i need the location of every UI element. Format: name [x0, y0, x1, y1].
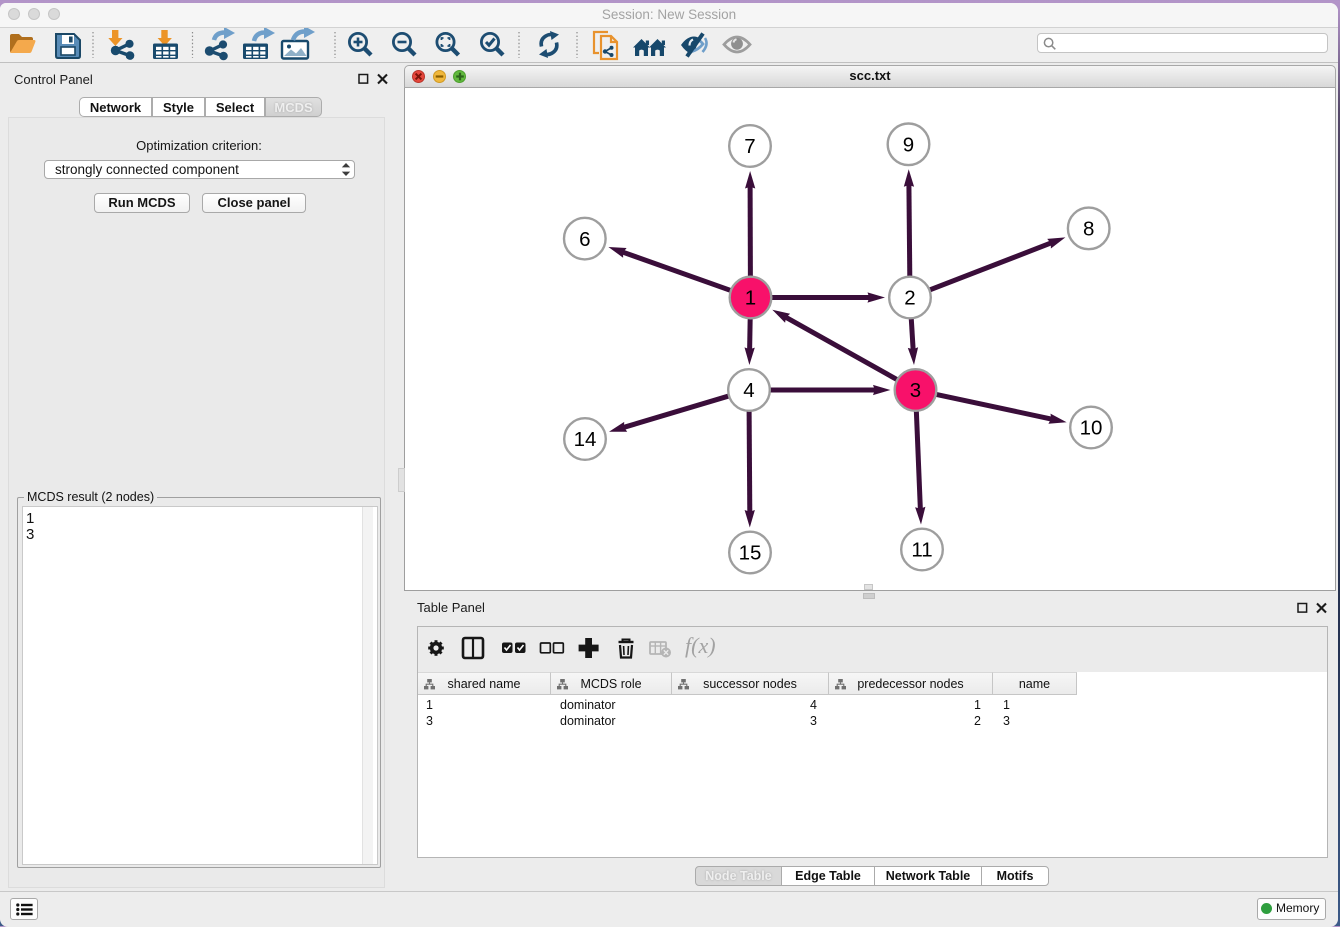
svg-text:10: 10 — [1080, 417, 1103, 440]
svg-text:1: 1 — [745, 287, 756, 310]
svg-text:11: 11 — [911, 539, 932, 562]
svg-text:8: 8 — [1083, 218, 1094, 241]
svg-text:4: 4 — [743, 379, 754, 402]
svg-text:6: 6 — [579, 228, 590, 251]
svg-text:3: 3 — [910, 379, 921, 402]
svg-text:2: 2 — [904, 287, 915, 310]
svg-text:14: 14 — [574, 428, 597, 451]
svg-text:15: 15 — [739, 542, 762, 565]
svg-text:9: 9 — [903, 134, 914, 157]
svg-text:7: 7 — [744, 135, 755, 158]
